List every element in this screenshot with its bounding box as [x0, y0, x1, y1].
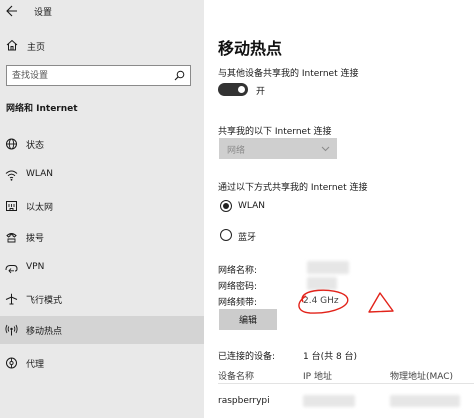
search-icon[interactable] [174, 70, 185, 81]
sidebar-item-label: 飞行模式 [26, 296, 63, 306]
app-title: 设置 [34, 8, 53, 18]
sidebar-item-label: 移动热点 [26, 327, 63, 337]
chevron-down-icon [321, 146, 330, 152]
share-from-value: 网络 [227, 146, 246, 156]
sidebar-item-vpn[interactable]: VPN [0, 254, 204, 282]
radio-bluetooth-label: 蓝牙 [238, 233, 257, 243]
network-password-label: 网络密码: [218, 282, 258, 292]
redacted-mac-address [390, 395, 460, 407]
phone-icon [6, 233, 17, 243]
search-input[interactable] [7, 66, 167, 85]
globe-icon [6, 138, 17, 150]
share-internet-label: 与其他设备共享我的 Internet 连接 [218, 69, 359, 79]
sidebar-item-home[interactable]: 主页 [0, 34, 204, 58]
wifi-icon [5, 170, 18, 181]
connected-devices-count: 1 台(共 8 台) [303, 352, 358, 362]
table-divider [218, 383, 474, 384]
home-label: 主页 [27, 43, 46, 53]
ethernet-icon [6, 201, 17, 211]
section-title: 网络和 Internet [6, 104, 78, 114]
column-header-device-name: 设备名称 [218, 372, 255, 382]
network-name-label: 网络名称: [218, 266, 258, 276]
home-icon [6, 39, 18, 51]
sidebar-item-label: VPN [26, 262, 45, 272]
redacted-ip-address [303, 395, 355, 407]
share-from-dropdown[interactable]: 网络 [219, 138, 337, 159]
network-band-label: 网络频带: [218, 298, 258, 308]
vpn-icon [5, 265, 18, 274]
redacted-network-name [307, 261, 349, 274]
network-band-value: 2.4 GHz [303, 296, 339, 306]
sidebar-item-proxy[interactable]: 代理 [0, 349, 204, 377]
sidebar-item-status[interactable]: 状态 [0, 130, 204, 158]
title-bar: 设置 [0, 0, 204, 22]
sidebar-item-mobile-hotspot[interactable]: 移动热点 [0, 316, 204, 344]
hotspot-icon [5, 324, 18, 336]
connected-devices-label: 已连接的设备: [218, 352, 276, 362]
share-over-label: 通过以下方式共享我的 Internet 连接 [218, 183, 368, 193]
back-arrow-icon[interactable] [6, 5, 18, 17]
toggle-knob [238, 86, 245, 93]
radio-bluetooth[interactable] [220, 229, 232, 241]
column-header-ip: IP 地址 [303, 372, 332, 382]
share-from-label: 共享我的以下 Internet 连接 [218, 127, 332, 137]
sidebar-item-airplane-mode[interactable]: 飞行模式 [0, 285, 204, 313]
toggle-state-label: 开 [256, 87, 266, 97]
edit-button[interactable]: 编辑 [219, 309, 277, 330]
sidebar-item-ethernet[interactable]: 以太网 [0, 192, 204, 220]
sidebar-item-label: 代理 [26, 360, 45, 370]
airplane-icon [5, 293, 18, 305]
column-header-mac: 物理地址(MAC) [390, 372, 454, 382]
radio-wlan[interactable] [220, 200, 232, 212]
redacted-network-password [307, 277, 337, 290]
sidebar-item-label: 以太网 [26, 203, 54, 213]
device-name: raspberrypi [218, 396, 270, 406]
proxy-icon [6, 357, 17, 369]
radio-wlan-label: WLAN [238, 201, 266, 211]
sidebar-item-label: 状态 [26, 141, 45, 151]
sidebar-item-label: WLAN [26, 169, 54, 179]
page-title: 移动热点 [218, 39, 283, 58]
main-panel: 移动热点 与其他设备共享我的 Internet 连接 开 共享我的以下 Inte… [204, 0, 474, 418]
search-box[interactable] [6, 65, 191, 86]
sidebar-item-label: 拨号 [26, 234, 45, 244]
sidebar: 设置 主页 网络和 Internet 状态 WLAN [0, 0, 204, 418]
sidebar-item-wlan[interactable]: WLAN [0, 161, 204, 189]
sidebar-item-dialup[interactable]: 拨号 [0, 223, 204, 251]
hotspot-toggle[interactable] [218, 83, 248, 96]
radio-selected-dot [223, 203, 229, 209]
